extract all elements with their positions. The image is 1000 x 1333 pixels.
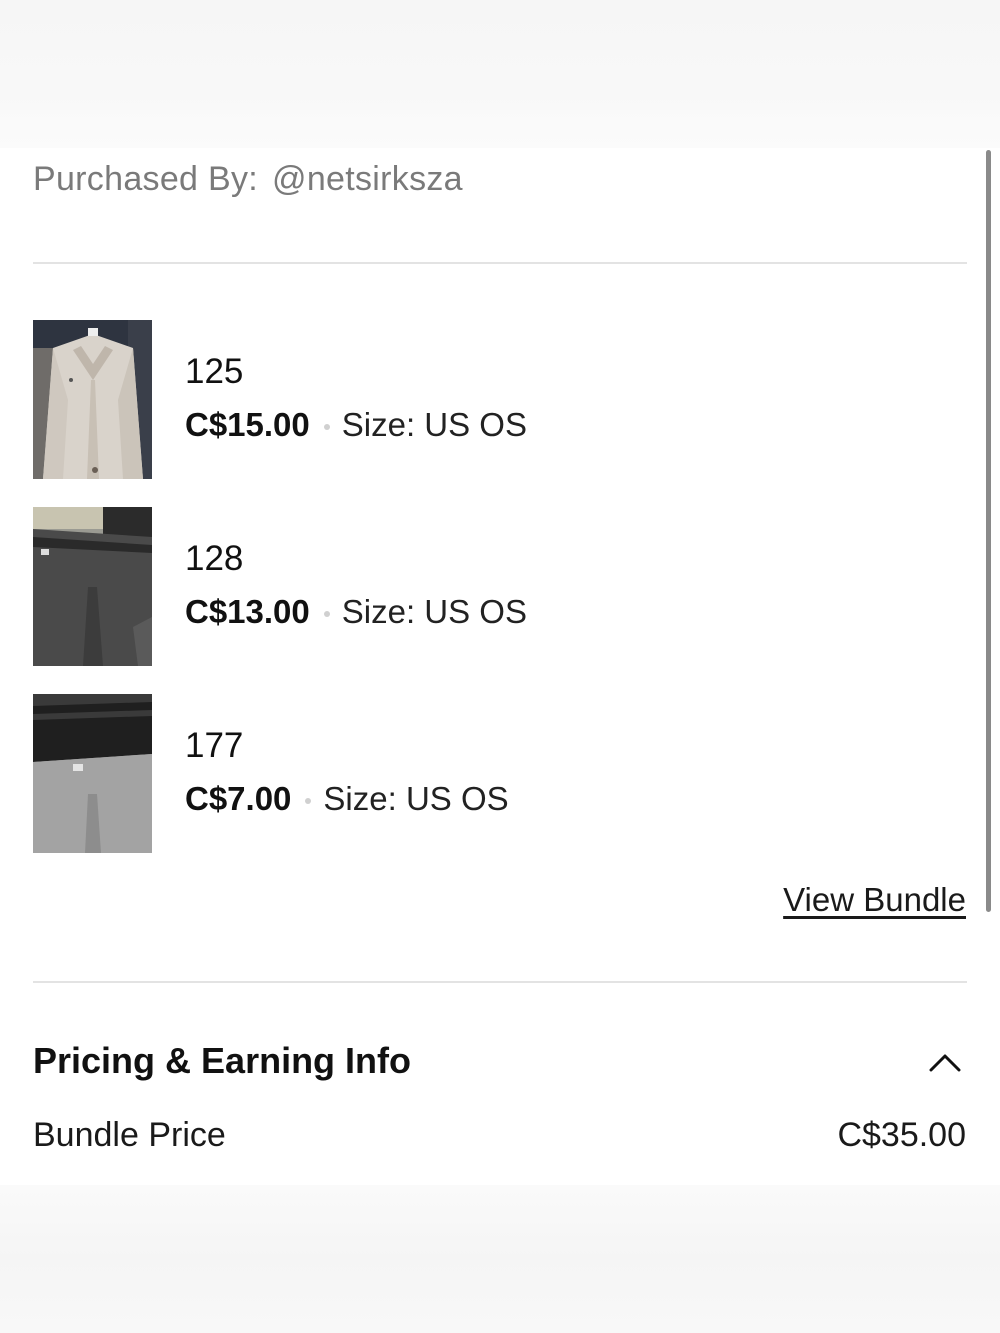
item-meta: C$13.00 Size: US OS: [185, 593, 527, 631]
bundle-price-label: Bundle Price: [33, 1116, 226, 1154]
blurred-top-overlay: [0, 0, 1000, 148]
scrollbar[interactable]: [986, 150, 991, 912]
blurred-bottom-overlay: [0, 1185, 1000, 1333]
bundle-item[interactable]: 125 C$15.00 Size: US OS: [33, 320, 963, 480]
divider: [33, 981, 967, 983]
item-size: Size: US OS: [323, 780, 509, 817]
buyer-username-link[interactable]: @netsirksza: [272, 160, 463, 198]
divider: [33, 262, 967, 264]
item-meta: C$15.00 Size: US OS: [185, 406, 527, 444]
bundle-item[interactable]: 177 C$7.00 Size: US OS: [33, 694, 963, 854]
item-title: 177: [185, 726, 244, 765]
purchased-by: Purchased By: @netsirksza: [33, 160, 463, 199]
item-title: 128: [185, 539, 244, 578]
pricing-section-title: Pricing & Earning Info: [33, 1040, 412, 1081]
item-size: Size: US OS: [341, 593, 527, 630]
item-size: Size: US OS: [341, 406, 527, 443]
item-price: C$15.00: [185, 406, 310, 443]
item-thumbnail[interactable]: [33, 694, 152, 853]
bundle-item[interactable]: 128 C$13.00 Size: US OS: [33, 507, 963, 667]
item-price: C$7.00: [185, 780, 292, 817]
item-price: C$13.00: [185, 593, 310, 630]
item-title: 125: [185, 352, 244, 391]
purchased-by-label: Purchased By:: [33, 160, 259, 198]
item-thumbnail[interactable]: [33, 320, 152, 479]
separator-dot: [323, 424, 330, 431]
bundle-price-value: C$35.00: [837, 1116, 966, 1154]
item-thumbnail[interactable]: [33, 507, 152, 666]
separator-dot: [305, 798, 312, 805]
view-bundle-link[interactable]: View Bundle: [783, 881, 966, 919]
item-meta: C$7.00 Size: US OS: [185, 780, 509, 818]
chevron-up-icon[interactable]: [929, 1047, 961, 1079]
separator-dot: [323, 611, 330, 618]
